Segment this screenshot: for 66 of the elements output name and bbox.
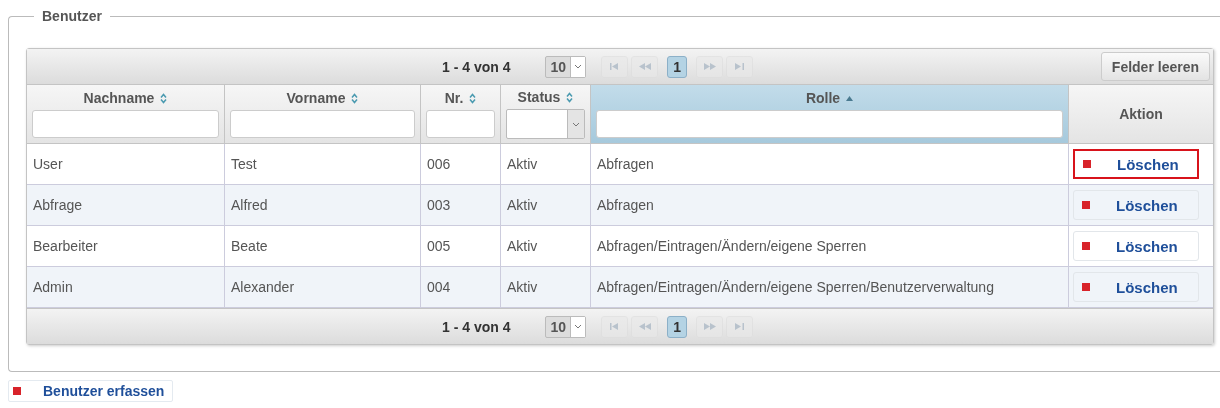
sort-ascending-icon[interactable] <box>846 95 854 101</box>
column-title: Nr. <box>444 90 464 106</box>
double-left-arrow-icon <box>638 323 651 330</box>
table-cell: Abfrage <box>33 197 83 213</box>
table-cell: Beate <box>231 238 268 254</box>
table-cell: Aktiv <box>507 238 538 254</box>
table-cell: Alfred <box>231 197 268 213</box>
filter-field[interactable] <box>32 110 219 138</box>
record-count: 1 - 4 von 4 <box>442 318 511 335</box>
chevron-down-icon <box>574 324 583 329</box>
table-cell: Alexander <box>231 279 295 295</box>
column-title: Status <box>517 89 561 105</box>
last-page-icon <box>735 323 745 330</box>
filter-field[interactable] <box>426 110 495 138</box>
column-header[interactable]: Aktion <box>1069 85 1213 143</box>
table-cell: Bearbeiter <box>33 238 98 254</box>
filter-select[interactable] <box>506 109 585 139</box>
column-header[interactable]: Nr. <box>421 85 501 143</box>
table-cell: 005 <box>427 238 451 254</box>
first-page-icon <box>610 63 620 70</box>
table-cell: 004 <box>427 279 451 295</box>
sort-icon[interactable] <box>160 92 168 104</box>
page-size-select[interactable]: 10 <box>545 55 587 78</box>
create-user-button[interactable]: Benutzer erfassen <box>8 380 174 402</box>
last-page-icon <box>735 63 745 70</box>
table-cell: Aktiv <box>507 279 538 295</box>
page-button[interactable]: 1 <box>667 55 688 78</box>
page-button[interactable]: 1 <box>667 315 688 338</box>
delete-button[interactable]: Löschen <box>1073 149 1199 179</box>
clear-filters-button[interactable]: Felder leeren <box>1100 52 1210 81</box>
delete-button[interactable]: Löschen <box>1073 190 1199 220</box>
table-cell: User <box>33 156 63 172</box>
table-cell: Abfragen/Eintragen/Ändern/eigene Sperren <box>597 238 867 254</box>
panel-legend: Benutzer <box>34 8 110 24</box>
double-right-arrow-icon <box>703 63 716 70</box>
double-left-arrow-icon <box>638 63 651 70</box>
column-header[interactable]: Status <box>501 85 591 143</box>
sort-icon[interactable] <box>469 92 477 104</box>
first-page-icon <box>610 323 620 330</box>
column-title: Nachname <box>83 90 155 106</box>
column-title: Vorname <box>286 90 346 106</box>
table-cell: Abfragen <box>597 156 654 172</box>
table-cell: Test <box>231 156 257 172</box>
column-header[interactable]: Rolle <box>591 85 1069 143</box>
sort-icon[interactable] <box>566 91 574 103</box>
column-header[interactable]: Nachname <box>27 85 225 143</box>
column-title: Rolle <box>805 90 841 106</box>
filter-field[interactable] <box>230 110 415 138</box>
table-cell: 006 <box>427 156 451 172</box>
double-right-arrow-icon <box>703 323 716 330</box>
column-title: Aktion <box>1119 106 1163 122</box>
table-cell: Aktiv <box>507 156 538 172</box>
table-cell: Abfragen/Eintragen/Ändern/eigene Sperren/Benutzerverwaltung <box>597 279 994 295</box>
column-header[interactable]: Vorname <box>225 85 421 143</box>
page-size-select[interactable]: 10 <box>545 315 587 338</box>
sort-icon[interactable] <box>351 92 359 104</box>
table-cell: 003 <box>427 197 451 213</box>
table-cell: Aktiv <box>507 197 538 213</box>
chevron-down-icon <box>574 64 583 69</box>
filter-field[interactable] <box>596 110 1063 138</box>
delete-button[interactable]: Löschen <box>1073 231 1199 261</box>
delete-button[interactable]: Löschen <box>1073 272 1199 302</box>
chevron-down-icon <box>572 121 580 127</box>
record-count: 1 - 4 von 4 <box>442 58 511 75</box>
table-cell: Admin <box>33 279 73 295</box>
table-cell: Abfragen <box>597 197 654 213</box>
